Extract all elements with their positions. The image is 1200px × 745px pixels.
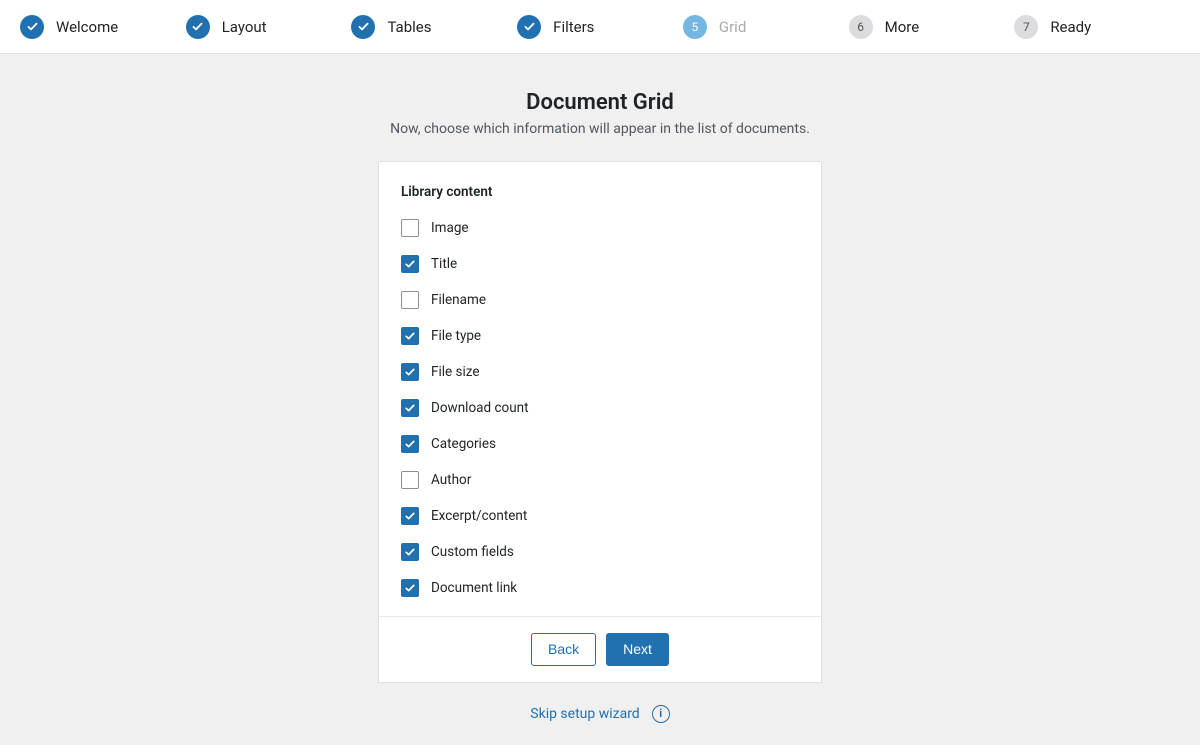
check-icon	[517, 15, 541, 39]
info-icon[interactable]: i	[652, 705, 670, 723]
section-label: Library content	[401, 184, 799, 200]
wizard-step-tables[interactable]: Tables	[351, 15, 517, 39]
option-label: Excerpt/content	[431, 508, 527, 524]
option-row[interactable]: Excerpt/content	[401, 498, 799, 534]
checkbox-file-size[interactable]	[401, 363, 419, 381]
main-content: Document Grid Now, choose which informat…	[0, 54, 1200, 723]
step-label: Filters	[553, 18, 594, 36]
option-row[interactable]: Image	[401, 210, 799, 246]
option-row[interactable]: Custom fields	[401, 534, 799, 570]
option-row[interactable]: Author	[401, 462, 799, 498]
step-number-badge: 7	[1014, 15, 1038, 39]
check-icon	[186, 15, 210, 39]
check-icon	[20, 15, 44, 39]
skip-row: Skip setup wizard i	[530, 705, 669, 723]
step-number-badge: 5	[683, 15, 707, 39]
options-card: Library content Image Title Filename File t…	[378, 161, 822, 683]
checkbox-custom-fields[interactable]	[401, 543, 419, 561]
wizard-step-more[interactable]: 6 More	[849, 15, 1015, 39]
option-label: Author	[431, 472, 471, 488]
step-label: Welcome	[56, 18, 118, 36]
step-label: Ready	[1050, 18, 1091, 36]
checkbox-image[interactable]	[401, 219, 419, 237]
page-title: Document Grid	[526, 90, 674, 115]
option-label: Download count	[431, 400, 529, 416]
checkbox-file-type[interactable]	[401, 327, 419, 345]
option-label: Image	[431, 220, 469, 236]
option-label: Filename	[431, 292, 486, 308]
back-button[interactable]: Back	[531, 633, 596, 666]
check-icon	[351, 15, 375, 39]
option-label: Document link	[431, 580, 517, 596]
wizard-step-grid[interactable]: 5 Grid	[683, 15, 849, 39]
step-number-badge: 6	[849, 15, 873, 39]
checkbox-download-count[interactable]	[401, 399, 419, 417]
step-label: Layout	[222, 18, 267, 36]
wizard-step-layout[interactable]: Layout	[186, 15, 352, 39]
checkbox-author[interactable]	[401, 471, 419, 489]
wizard-step-welcome[interactable]: Welcome	[20, 15, 186, 39]
option-label: Categories	[431, 436, 496, 452]
checkbox-excerpt-content[interactable]	[401, 507, 419, 525]
option-row[interactable]: Filename	[401, 282, 799, 318]
next-button[interactable]: Next	[606, 633, 669, 666]
option-row[interactable]: Download count	[401, 390, 799, 426]
checkbox-categories[interactable]	[401, 435, 419, 453]
option-row[interactable]: Title	[401, 246, 799, 282]
wizard-step-ready[interactable]: 7 Ready	[1014, 15, 1180, 39]
option-row[interactable]: File type	[401, 318, 799, 354]
option-label: Title	[431, 256, 457, 272]
option-row[interactable]: Categories	[401, 426, 799, 462]
wizard-stepper: Welcome Layout Tables Filters 5 Grid 6 More 7 Rea…	[0, 0, 1200, 54]
option-label: File type	[431, 328, 481, 344]
checkbox-filename[interactable]	[401, 291, 419, 309]
options-list: Image Title Filename File type File size Down…	[401, 210, 799, 606]
step-label: Tables	[387, 18, 431, 36]
skip-setup-link[interactable]: Skip setup wizard	[530, 706, 639, 722]
checkbox-document-link[interactable]	[401, 579, 419, 597]
page-subtitle: Now, choose which information will appea…	[390, 121, 810, 137]
checkbox-title[interactable]	[401, 255, 419, 273]
step-label: More	[885, 18, 920, 36]
wizard-step-filters[interactable]: Filters	[517, 15, 683, 39]
option-row[interactable]: Document link	[401, 570, 799, 606]
card-body: Library content Image Title Filename File t…	[379, 162, 821, 616]
option-label: File size	[431, 364, 480, 380]
card-footer: Back Next	[379, 616, 821, 682]
step-label: Grid	[719, 18, 746, 36]
option-label: Custom fields	[431, 544, 514, 560]
option-row[interactable]: File size	[401, 354, 799, 390]
